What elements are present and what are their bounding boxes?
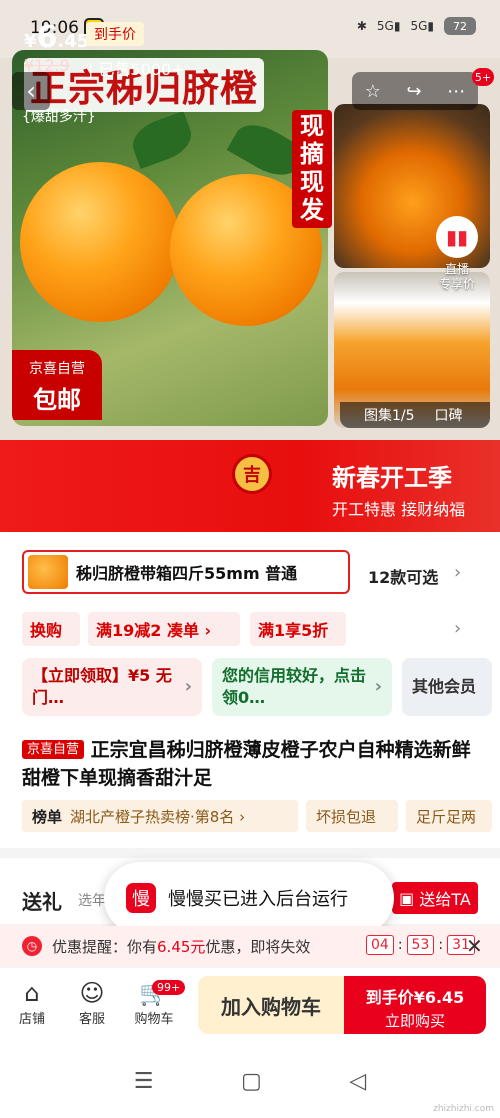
store-icon: ⌂	[24, 979, 40, 1007]
product-title: 京喜自营 正宗宜昌秭归脐橙薄皮橙子农户自种精选新鲜甜橙下单现摘香甜汁足	[22, 736, 482, 792]
timer-minutes: 53	[406, 935, 435, 955]
pager-reviews[interactable]: 口碑	[435, 405, 463, 425]
benefit-credit-text: 您的信用较好，点击领0…	[222, 666, 367, 707]
live-label: 直播	[444, 262, 469, 276]
self-operated-tag: 京喜自营	[22, 740, 85, 759]
service-button[interactable]: ☺ 客服	[64, 978, 120, 1027]
buy-now-price: 到手价¥6.45	[365, 988, 465, 1007]
hero-badge: 京喜自营 包邮	[12, 350, 102, 420]
gallery-pager[interactable]: 图集1/5 口碑	[340, 402, 490, 428]
sku-label: 秭归脐橙带箱四斤55mm 普通	[76, 564, 298, 583]
more-icon[interactable]: ⋯	[447, 81, 465, 102]
coupon-discount[interactable]: 满1享5折	[250, 612, 346, 646]
product-title-text: 正宗宜昌秭归脐橙薄皮橙子农户自种精选新鲜甜橙下单现摘香甜汁足	[22, 739, 471, 789]
hero-vertical-text: 现摘现发	[292, 110, 332, 228]
timer-hours: 04	[366, 935, 394, 955]
chat-icon: ☺	[79, 979, 105, 1007]
sku-selector[interactable]: 秭归脐橙带箱四斤55mm 普通	[22, 550, 350, 594]
coupon-full-reduction[interactable]: 满19减2 凑单 ›	[88, 612, 240, 646]
gift-title: 送礼	[22, 890, 62, 914]
signal-icon-2: 5G▮	[410, 19, 434, 33]
back-button[interactable]: ‹	[12, 72, 50, 110]
hero-badge-line1: 京喜自营	[29, 361, 85, 377]
buy-now-button[interactable]: 到手价¥6.45 立即购买	[344, 976, 486, 1034]
watermark: zhizhizhi.com	[433, 1104, 494, 1114]
countdown-timer: 04: 53: 31	[366, 935, 475, 955]
chevron-right-icon: ›	[374, 676, 382, 697]
chevron-left-icon: ‹	[26, 77, 36, 105]
battery-icon: 72	[444, 17, 476, 35]
leaf-decoration	[126, 110, 198, 170]
hero-image[interactable]: 正宗秭归脐橙 {爆甜多汁} 京喜自营 包邮	[12, 50, 328, 426]
background-toast: 慢 慢慢买已进入后台运行	[104, 862, 394, 934]
return-damaged-tag: 坏损包退	[306, 800, 398, 832]
full-weight-tag: 足斤足两	[406, 800, 492, 832]
lucky-knot-icon: 吉	[232, 454, 292, 518]
benefit-coupon[interactable]: 【立即领取】¥5 无门… ›	[22, 658, 202, 716]
coupon-swap[interactable]: 换购	[22, 612, 80, 646]
add-to-cart-button[interactable]: 加入购物车	[198, 976, 344, 1034]
promo-subtitle: 开工特惠 接财纳福	[332, 500, 466, 519]
gift-icon: ▣	[399, 888, 420, 908]
star-icon[interactable]: ☆	[365, 81, 381, 102]
hero-badge-line2: 包邮	[33, 386, 81, 414]
rank-label: 榜单	[32, 807, 63, 826]
back-icon[interactable]: ◁	[349, 1069, 366, 1094]
price-tag: 到手价	[86, 22, 144, 46]
toast-text: 慢慢买已进入后台运行	[168, 889, 348, 910]
sku-count[interactable]: 12款可选	[368, 564, 438, 588]
sold-count: | 已售5000+	[88, 60, 185, 79]
buy-now-label: 立即购买	[384, 1012, 445, 1030]
share-icon[interactable]: ↪	[407, 81, 422, 102]
rank-text: 湖北产橙子热卖榜·第8名 ›	[70, 807, 246, 826]
chevron-right-icon[interactable]: ›	[454, 618, 461, 639]
bluetooth-icon: ✱	[356, 19, 367, 33]
close-icon[interactable]: ✕	[466, 934, 483, 958]
notification-badge: 5+	[472, 68, 494, 86]
promo-title[interactable]: 新春开工季	[332, 458, 452, 493]
pager-count: 图集1/5	[364, 408, 415, 424]
orange-illustration	[20, 162, 180, 322]
sku-thumbnail	[28, 555, 68, 589]
gift-button[interactable]: ▣ 送给TA	[392, 882, 478, 914]
status-indicators: ✱ 5G▮ 5G▮ 72	[357, 17, 476, 35]
store-button[interactable]: ⌂ 店铺	[4, 978, 60, 1027]
signal-icon-1: 5G▮	[376, 19, 401, 33]
app-icon: 慢	[126, 883, 156, 913]
chevron-right-icon[interactable]: ›	[454, 562, 461, 583]
live-button[interactable]: ▮▮ 直播 专享价	[424, 216, 490, 292]
price-original: ¥12.9	[24, 56, 70, 75]
system-navigation: ☰ ▢ ◁	[0, 1044, 500, 1118]
cart-badge: 99+	[152, 980, 186, 995]
home-icon[interactable]: ▢	[241, 1069, 262, 1094]
benefit-credit[interactable]: 您的信用较好，点击领0… ›	[212, 658, 392, 716]
chevron-right-icon: ›	[184, 676, 192, 697]
menu-icon[interactable]: ☰	[134, 1069, 154, 1094]
rank-tag[interactable]: 榜单 湖北产橙子热卖榜·第8名 ›	[22, 800, 298, 832]
live-icon: ▮▮	[436, 216, 478, 258]
price-current: ¥6.45	[24, 20, 90, 55]
top-toolbar: ☆ ↪ ⋯	[352, 72, 478, 110]
clock-icon: ◷	[22, 936, 42, 956]
live-sub: 专享价	[438, 277, 475, 291]
benefit-member[interactable]: 其他会员	[402, 658, 492, 716]
gift-subtitle: 选年	[78, 893, 106, 909]
benefit-coupon-text: 【立即领取】¥5 无门…	[32, 666, 172, 707]
